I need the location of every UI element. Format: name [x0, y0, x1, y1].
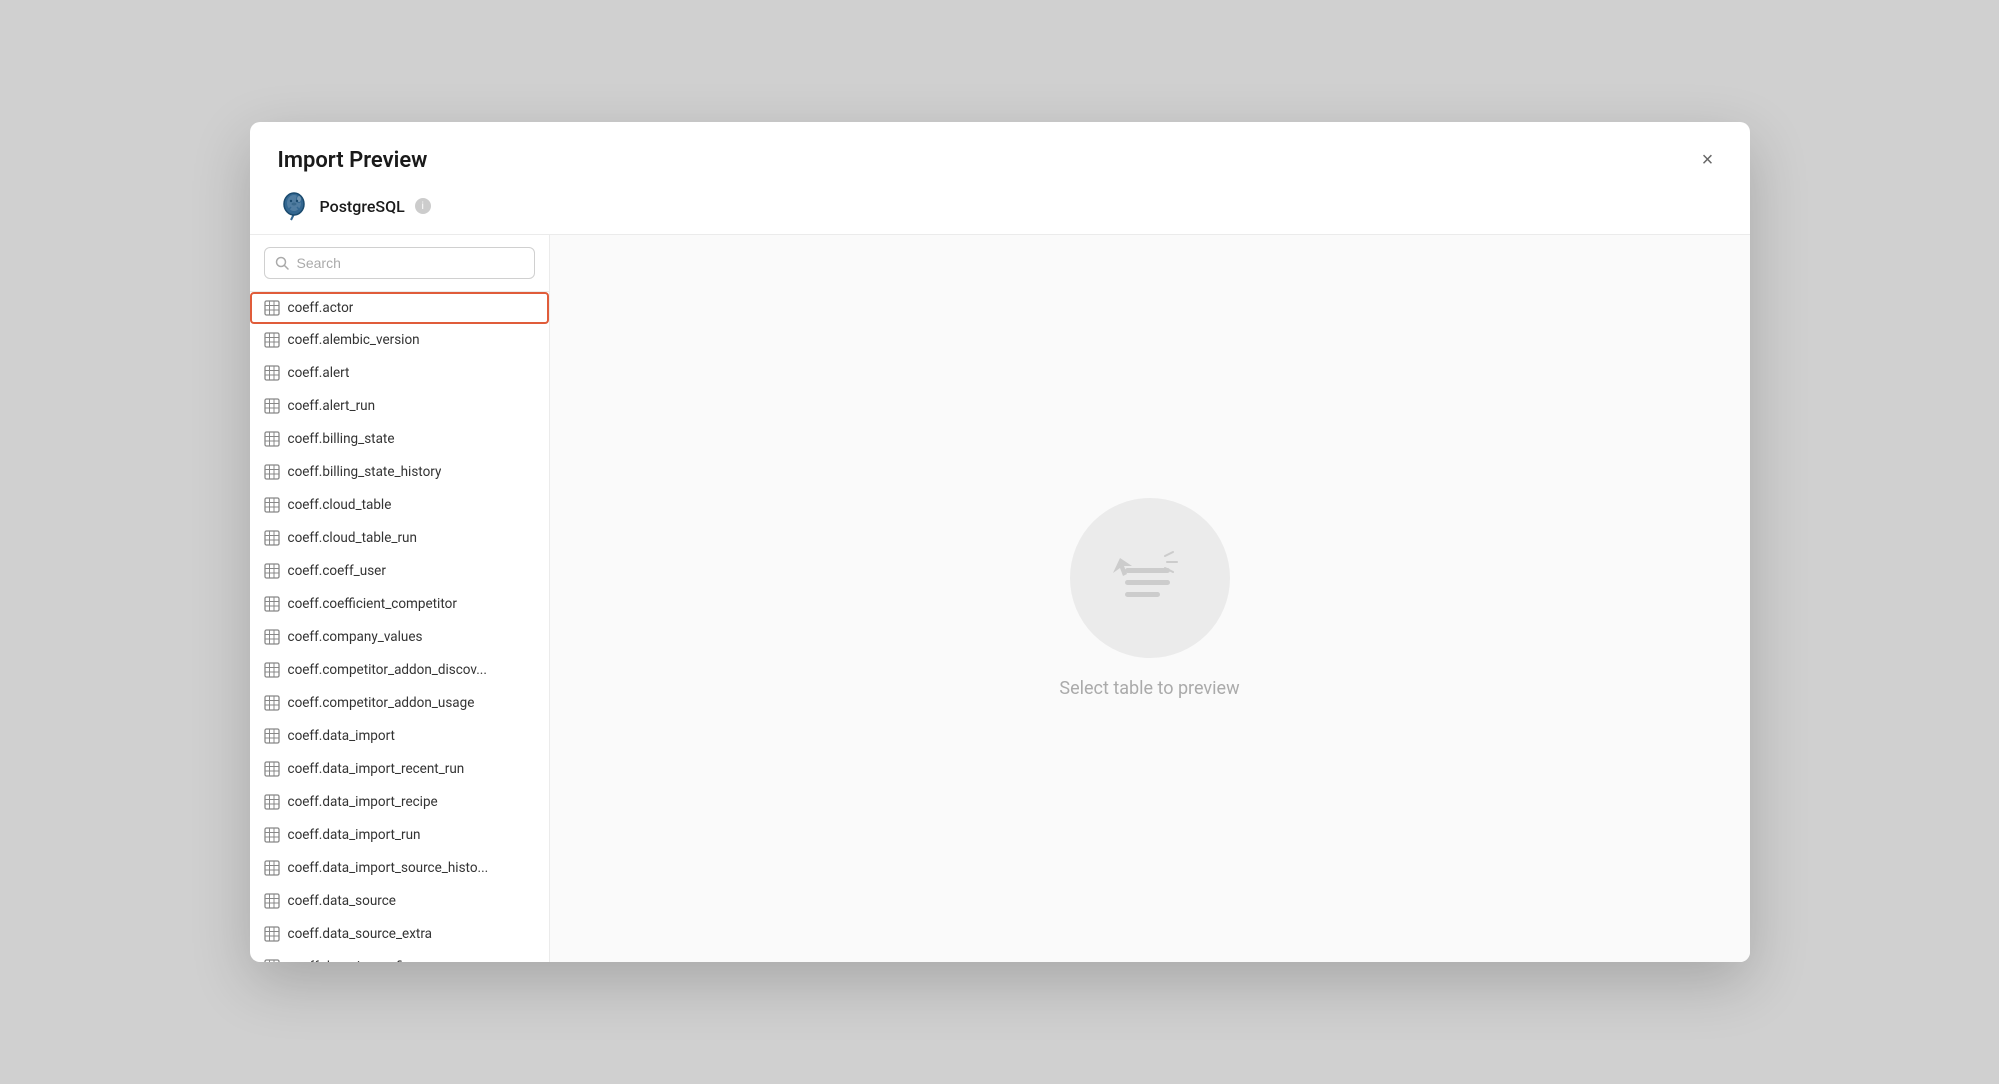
table-list-item[interactable]: coeff.alembic_version	[250, 324, 549, 357]
table-name: coeff.actor	[288, 300, 354, 316]
table-name: coeff.data_import	[288, 728, 395, 744]
modal-overlay: Import Preview ×	[0, 0, 1999, 1084]
modal-title: Import Preview	[278, 148, 428, 173]
close-button[interactable]: ×	[1694, 146, 1722, 174]
table-list-item[interactable]: coeff.data_import_recipe	[250, 786, 549, 819]
table-icon	[264, 662, 280, 678]
table-list-item[interactable]: coeff.data_source	[250, 885, 549, 918]
table-name: coeff.data_source_extra	[288, 926, 432, 942]
table-icon	[264, 464, 280, 480]
table-list-item[interactable]: coeff.actor	[250, 292, 549, 324]
table-icon	[264, 629, 280, 645]
table-icon	[264, 860, 280, 876]
info-icon[interactable]: i	[415, 198, 431, 214]
table-icon	[264, 563, 280, 579]
search-container	[250, 235, 549, 292]
table-name: coeff.data_import_recipe	[288, 794, 438, 810]
table-name: coeff.billing_state	[288, 431, 395, 447]
table-icon	[264, 794, 280, 810]
table-name: coeff.company_values	[288, 629, 423, 645]
table-icon	[264, 365, 280, 381]
table-icon	[264, 893, 280, 909]
table-icon	[264, 761, 280, 777]
table-list-item[interactable]: coeff.competitor_addon_discov...	[250, 654, 549, 687]
table-icon	[264, 959, 280, 962]
table-list-item[interactable]: coeff.alert	[250, 357, 549, 390]
table-name: coeff.competitor_addon_usage	[288, 695, 475, 711]
table-list-item[interactable]: coeff.billing_state	[250, 423, 549, 456]
table-name: coeff.domain_config	[288, 959, 411, 962]
table-icon	[264, 332, 280, 348]
table-icon	[264, 695, 280, 711]
table-icon	[264, 827, 280, 843]
table-name: coeff.cloud_table	[288, 497, 392, 513]
table-icon	[264, 926, 280, 942]
modal-body: coeff.actor coeff.alembic_version coeff.…	[250, 234, 1750, 962]
table-list-item[interactable]: coeff.cloud_table	[250, 489, 549, 522]
table-name: coeff.coeff_user	[288, 563, 386, 579]
table-list-item[interactable]: coeff.billing_state_history	[250, 456, 549, 489]
postgresql-icon	[278, 190, 310, 222]
db-label-row: PostgreSQL i	[250, 174, 1750, 234]
table-list-item[interactable]: coeff.data_import_run	[250, 819, 549, 852]
empty-state: Select table to preview	[1059, 498, 1239, 699]
table-name: coeff.alert	[288, 365, 350, 381]
search-icon	[275, 256, 289, 270]
empty-state-icon-circle	[1070, 498, 1230, 658]
sidebar: coeff.actor coeff.alembic_version coeff.…	[250, 235, 550, 962]
table-list-item[interactable]: coeff.company_values	[250, 621, 549, 654]
table-icon	[264, 431, 280, 447]
table-name: coeff.data_import_source_histo...	[288, 860, 489, 876]
table-list-item[interactable]: coeff.data_import_recent_run	[250, 753, 549, 786]
modal-header: Import Preview ×	[250, 122, 1750, 174]
table-list: coeff.actor coeff.alembic_version coeff.…	[250, 292, 549, 962]
table-name: coeff.alembic_version	[288, 332, 420, 348]
search-box	[264, 247, 535, 279]
table-icon	[264, 596, 280, 612]
table-list-item[interactable]: coeff.competitor_addon_usage	[250, 687, 549, 720]
table-icon	[264, 300, 280, 316]
table-list-item[interactable]: coeff.coefficient_competitor	[250, 588, 549, 621]
table-icon	[264, 530, 280, 546]
empty-state-text: Select table to preview	[1059, 678, 1239, 699]
table-name: coeff.cloud_table_run	[288, 530, 417, 546]
table-list-item[interactable]: coeff.data_source_extra	[250, 918, 549, 951]
table-icon	[264, 497, 280, 513]
table-list-item[interactable]: coeff.domain_config	[250, 951, 549, 962]
table-name: coeff.competitor_addon_discov...	[288, 662, 487, 678]
table-list-item[interactable]: coeff.data_import_source_histo...	[250, 852, 549, 885]
table-name: coeff.billing_state_history	[288, 464, 442, 480]
table-name: coeff.alert_run	[288, 398, 376, 414]
table-list-item[interactable]: coeff.cloud_table_run	[250, 522, 549, 555]
table-icon	[264, 398, 280, 414]
table-icon	[264, 728, 280, 744]
table-list-item[interactable]: coeff.data_import	[250, 720, 549, 753]
import-preview-modal: Import Preview ×	[250, 122, 1750, 962]
table-name: coeff.data_source	[288, 893, 396, 909]
table-list-item[interactable]: coeff.coeff_user	[250, 555, 549, 588]
table-list-item[interactable]: coeff.alert_run	[250, 390, 549, 423]
search-input[interactable]	[297, 255, 524, 271]
table-name: coeff.coefficient_competitor	[288, 596, 457, 612]
table-name: coeff.data_import_recent_run	[288, 761, 465, 777]
main-content: Select table to preview	[550, 235, 1750, 962]
loading-table-icon	[1105, 538, 1195, 618]
db-name: PostgreSQL	[320, 197, 405, 216]
table-name: coeff.data_import_run	[288, 827, 421, 843]
